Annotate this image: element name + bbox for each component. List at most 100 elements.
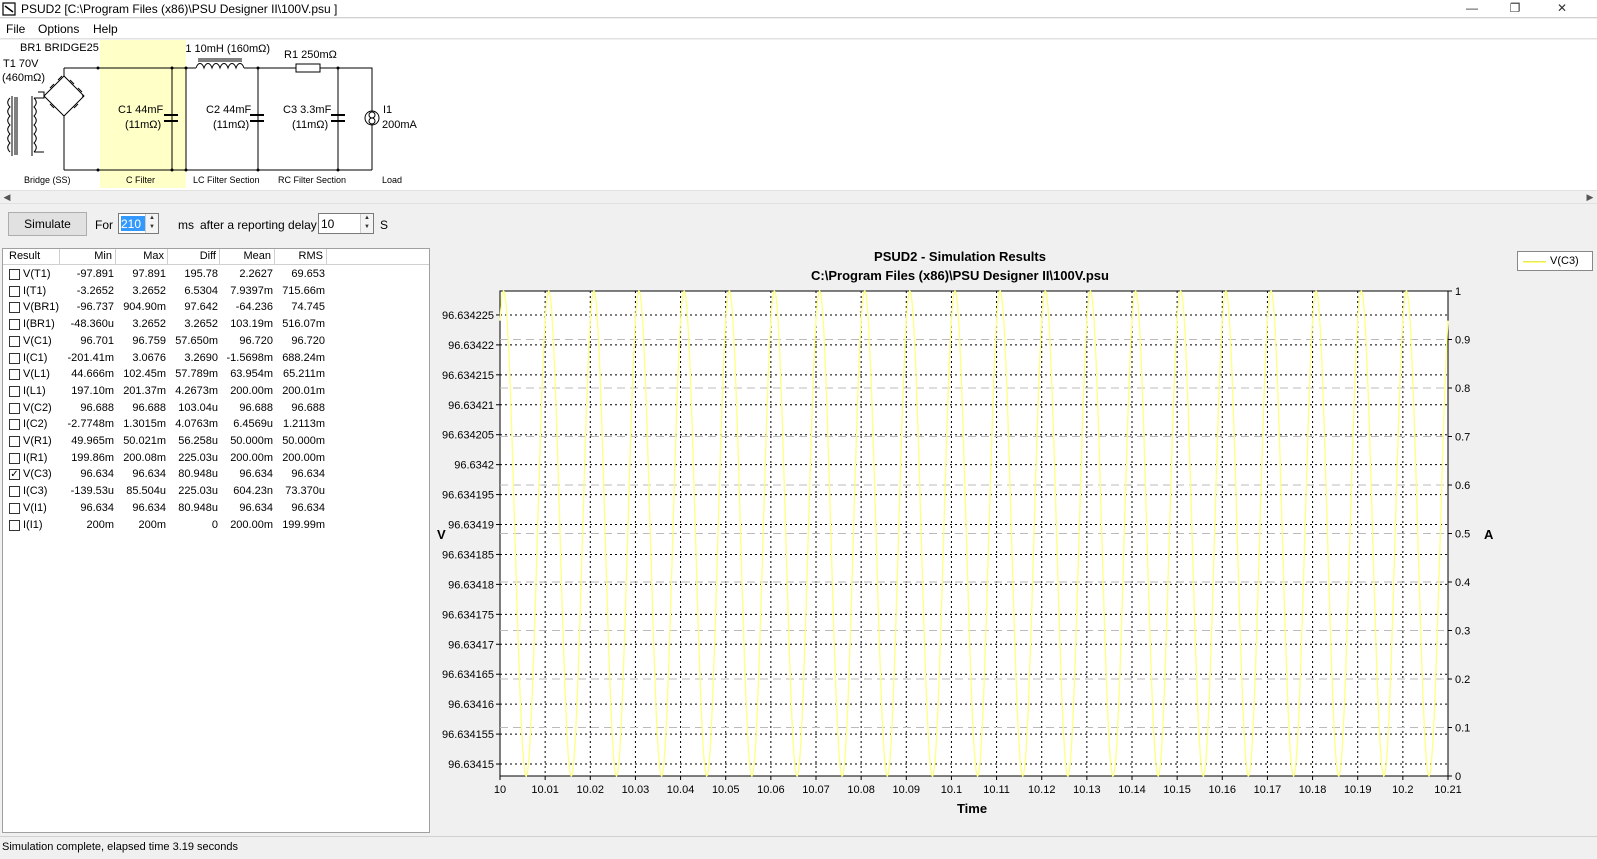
section-c-filter[interactable]: C Filter [126, 175, 155, 185]
y-tick-label: 96.634155 [442, 729, 494, 741]
x-tick-label: 10.1 [941, 784, 962, 796]
ms-label: ms [178, 218, 194, 232]
section-lc-filter[interactable]: LC Filter Section [193, 175, 260, 185]
transformer-label: T1 70V [3, 58, 39, 70]
header-rms[interactable]: RMS [275, 249, 327, 265]
cell-mean: 103.19m [230, 318, 273, 331]
header-diff[interactable]: Diff [168, 249, 220, 265]
table-row[interactable]: I(C2) -2.7748m 1.3015m 4.0763m 6.4569u 1.2113… [3, 416, 429, 433]
menu-file[interactable]: File [6, 22, 25, 36]
table-row[interactable]: V(R1) 49.965m 50.021m 56.258u 50.000m 50.000m [3, 433, 429, 450]
cell-mean: 6.4569u [233, 418, 273, 431]
header-max[interactable]: Max [116, 249, 168, 265]
menu-options[interactable]: Options [38, 22, 79, 36]
x-tick-label: 10.19 [1344, 784, 1372, 796]
delay-spin-arrows[interactable]: ▲ ▼ [360, 214, 373, 233]
duration-spinner[interactable]: ▲▼ [118, 213, 159, 234]
y-tick-label: 96.63418 [448, 579, 494, 591]
y2-tick-label: 0 [1455, 771, 1461, 783]
row-checkbox[interactable] [9, 302, 20, 314]
y-tick-label: 96.634185 [442, 549, 494, 561]
table-row[interactable]: I(I1) 200m 200m 0 200.00m 199.99m [3, 517, 429, 534]
table-row[interactable]: I(R1) 199.86m 200.08m 225.03u 200.00m 200.00m [3, 450, 429, 467]
table-row[interactable]: I(T1) -3.2652 3.2652 6.5304 7.9397m 715.66m [3, 283, 429, 300]
menu-bar: File Options Help [0, 19, 1597, 39]
table-row[interactable]: I(L1) 197.10m 201.37m 4.2673m 200.00m 200.01m [3, 383, 429, 400]
scroll-right-icon[interactable]: ▶ [1583, 191, 1597, 204]
y-tick-label: 96.634175 [442, 609, 494, 621]
cell-min: 49.965m [71, 435, 114, 447]
row-checkbox[interactable] [9, 402, 20, 414]
section-bridge[interactable]: Bridge (SS) [24, 175, 71, 185]
row-checkbox[interactable]: ✓ [9, 469, 20, 481]
transformer-symbol[interactable] [7, 96, 45, 156]
duration-input[interactable] [121, 216, 145, 231]
header-result[interactable]: Result [3, 249, 60, 265]
menu-help[interactable]: Help [93, 22, 118, 36]
row-checkbox[interactable] [9, 369, 20, 381]
table-row[interactable]: V(T1) -97.891 97.891 195.78 2.2627 69.653 [3, 266, 429, 283]
capacitor-c2[interactable] [250, 114, 264, 122]
table-row[interactable]: V(BR1) -96.737 904.90m 97.642 -64.236 74.745 [3, 299, 429, 316]
cell-min: -48.360u [70, 318, 114, 331]
row-checkbox[interactable] [9, 269, 20, 280]
cell-max: 96.759 [132, 334, 166, 347]
x-tick-label: 10.18 [1299, 784, 1327, 796]
table-row[interactable]: ✓ V(C3) 96.634 96.634 80.948u 96.634 96.634 [3, 466, 429, 483]
row-checkbox[interactable] [9, 335, 20, 347]
duration-spin-arrows[interactable]: ▲ ▼ [145, 214, 158, 233]
delay-input[interactable] [321, 216, 359, 231]
minimize-button[interactable]: — [1457, 0, 1487, 18]
table-row[interactable]: V(C1) 96.701 96.759 57.650m 96.720 96.720 [3, 333, 429, 350]
row-checkbox[interactable] [9, 385, 20, 397]
section-rc-filter[interactable]: RC Filter Section [278, 175, 346, 185]
cell-diff: 225.03u [178, 451, 218, 464]
spin-down-icon[interactable]: ▼ [146, 223, 158, 232]
row-checkbox[interactable] [9, 319, 20, 331]
y-tick-label: 96.63415 [448, 759, 494, 771]
section-load[interactable]: Load [382, 175, 402, 185]
table-row[interactable]: V(L1) 44.666m 102.45m 57.789m 63.954m 65.211m [3, 366, 429, 383]
cell-rms: 200.00m [282, 451, 325, 464]
spin-down-icon[interactable]: ▼ [361, 223, 373, 232]
header-min[interactable]: Min [60, 249, 116, 265]
row-checkbox[interactable] [9, 419, 20, 431]
delay-spinner[interactable]: ▲▼ [318, 213, 374, 234]
table-row[interactable]: I(C3) -139.53u 85.504u 225.03u 604.23n 73.370… [3, 483, 429, 500]
restore-button[interactable]: ❐ [1500, 0, 1530, 18]
table-row[interactable]: V(I1) 96.634 96.634 80.948u 96.634 96.634 [3, 500, 429, 517]
header-mean[interactable]: Mean [220, 249, 275, 265]
simulate-button[interactable]: Simulate [8, 212, 87, 236]
close-button[interactable]: ✕ [1547, 0, 1577, 18]
y-axis-label: V [437, 527, 446, 542]
cell-diff: 57.789m [175, 368, 218, 381]
row-checkbox[interactable] [9, 486, 20, 498]
c2-label: C2 44mF [206, 104, 252, 116]
x-tick-label: 10.12 [1028, 784, 1056, 796]
spin-up-icon[interactable]: ▲ [146, 214, 158, 223]
cell-rms: 200.01m [282, 384, 325, 397]
bridge-symbol[interactable] [38, 67, 98, 171]
cell-min: -201.41m [67, 351, 114, 364]
row-name: V(L1) [23, 368, 50, 381]
row-checkbox[interactable] [9, 519, 20, 531]
inductor-l1[interactable] [195, 58, 245, 70]
x-tick-label: 10.06 [757, 784, 785, 796]
row-checkbox[interactable] [9, 436, 20, 447]
legend-swatch [1523, 261, 1546, 263]
row-checkbox[interactable] [9, 452, 20, 464]
x-tick-label: 10.16 [1209, 784, 1237, 796]
table-row[interactable]: I(BR1) -48.360u 3.2652 3.2652 103.19m 516.07m [3, 316, 429, 333]
row-checkbox[interactable] [9, 502, 20, 514]
current-source-i1[interactable] [364, 110, 380, 126]
cell-min: 96.634 [80, 501, 114, 514]
row-checkbox[interactable] [9, 352, 20, 364]
resistor-r1[interactable] [295, 63, 321, 73]
row-checkbox[interactable] [9, 285, 20, 297]
x-axis-label: Time [957, 801, 987, 816]
scroll-left-icon[interactable]: ◀ [0, 191, 14, 204]
spin-up-icon[interactable]: ▲ [361, 214, 373, 223]
table-row[interactable]: I(C1) -201.41m 3.0676 3.2690 -1.5698m 688.24m [3, 350, 429, 367]
table-row[interactable]: V(C2) 96.688 96.688 103.04u 96.688 96.688 [3, 400, 429, 417]
schematic-scrollbar[interactable]: ◀ ▶ [0, 190, 1597, 204]
